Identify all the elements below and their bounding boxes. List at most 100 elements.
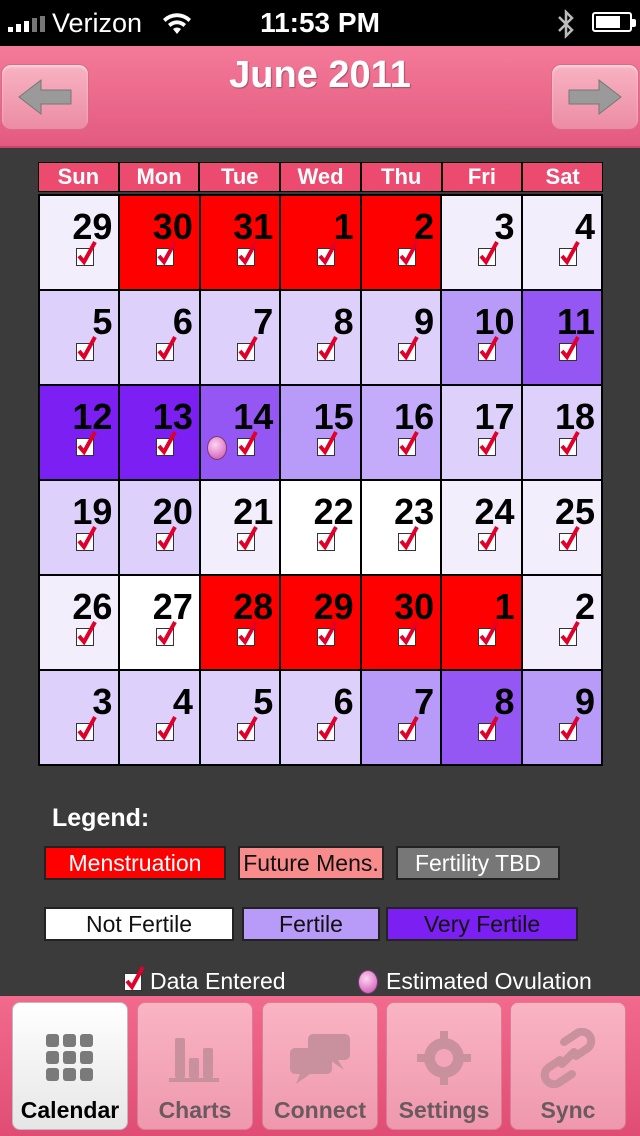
calendar-day-cell[interactable]: 29 xyxy=(281,576,360,669)
calendar-day-cell[interactable]: 14 xyxy=(200,386,280,479)
grid-icon xyxy=(46,1034,93,1081)
calendar-day-cell[interactable]: 7 xyxy=(200,291,280,384)
calendar-day-cell[interactable]: 22 xyxy=(281,481,360,574)
checkmark-icon xyxy=(478,716,499,741)
day-of-week-label: Sun xyxy=(39,163,118,191)
legend-fertility-tbd: Fertility TBD xyxy=(396,846,560,880)
bluetooth-icon xyxy=(556,8,576,45)
checkmark-icon xyxy=(558,621,580,646)
checkmark-icon xyxy=(478,526,499,551)
calendar-day-cell[interactable]: 5 xyxy=(200,671,280,764)
checkmark-icon xyxy=(317,716,339,741)
calendar-day-cell[interactable]: 31 xyxy=(200,196,280,289)
checkmark-icon xyxy=(558,526,580,551)
calendar-day-cell[interactable]: 9 xyxy=(361,291,441,384)
calendar-day-cell[interactable]: 28 xyxy=(200,576,280,669)
checkmark-icon xyxy=(156,526,178,551)
day-of-week-header: Sun Mon Tue Wed Thu Fri Sat xyxy=(38,162,603,192)
checkmark-icon xyxy=(397,716,419,741)
next-month-button[interactable] xyxy=(551,64,639,130)
checkmark-icon xyxy=(397,526,419,551)
calendar-day-cell[interactable]: 30 xyxy=(361,576,441,669)
tab-settings-label: Settings xyxy=(398,1097,490,1123)
calendar-day-cell[interactable]: 17 xyxy=(442,386,521,479)
day-of-week-label: Thu xyxy=(361,163,441,191)
status-bar: Verizon 11:53 PM xyxy=(0,0,640,46)
tab-sync-label: Sync xyxy=(540,1097,596,1123)
calendar-day-cell[interactable]: 4 xyxy=(120,671,199,764)
battery-icon xyxy=(592,12,636,32)
calendar-day-cell[interactable]: 3 xyxy=(442,196,521,289)
checkmark-icon xyxy=(317,241,339,266)
calendar-day-cell[interactable]: 9 xyxy=(522,671,601,764)
legend-very-fertile: Very Fertile xyxy=(386,907,578,941)
calendar-day-cell[interactable]: 2 xyxy=(361,196,441,289)
calendar-day-cell[interactable]: 1 xyxy=(281,196,360,289)
calendar-day-cell[interactable]: 18 xyxy=(522,386,601,479)
calendar-day-cell[interactable]: 5 xyxy=(40,291,119,384)
day-of-week-label: Sat xyxy=(523,163,602,191)
chat-bubbles-icon xyxy=(290,1034,350,1084)
legend-menstruation: Menstruation xyxy=(44,846,226,880)
checkmark-icon xyxy=(397,431,419,456)
checkmark-icon xyxy=(236,621,258,646)
calendar-day-cell[interactable]: 16 xyxy=(361,386,441,479)
sync-link-icon xyxy=(540,1028,596,1088)
checkmark-icon xyxy=(76,431,97,456)
calendar-day-cell[interactable]: 25 xyxy=(522,481,601,574)
calendar-day-cell[interactable]: 19 xyxy=(40,481,119,574)
calendar-day-cell[interactable]: 20 xyxy=(120,481,199,574)
calendar-day-cell[interactable]: 30 xyxy=(120,196,199,289)
calendar-day-cell[interactable]: 3 xyxy=(40,671,119,764)
calendar-day-cell[interactable]: 24 xyxy=(442,481,521,574)
calendar-day-cell[interactable]: 29 xyxy=(40,196,119,289)
checkmark-icon xyxy=(317,336,339,361)
tab-connect[interactable]: Connect xyxy=(262,1002,378,1130)
calendar-day-cell[interactable]: 12 xyxy=(40,386,119,479)
checkmark-icon xyxy=(236,431,258,456)
checkmark-icon xyxy=(478,336,499,361)
day-grid: 29 30 31 1 2 3 4 5 6 7 8 9 10 11 12 13 14 15 16 17 18 19 20 21 2… xyxy=(38,194,603,766)
calendar-day-cell[interactable]: 13 xyxy=(120,386,199,479)
checkmark-icon xyxy=(76,526,97,551)
checkmark-icon xyxy=(76,336,97,361)
calendar-day-cell[interactable]: 11 xyxy=(522,291,601,384)
calendar-day-cell[interactable]: 2 xyxy=(522,576,601,669)
checkmark-icon xyxy=(236,716,258,741)
checkmark-icon xyxy=(558,336,580,361)
left-arrow-icon xyxy=(18,78,72,116)
ovulation-egg-icon xyxy=(206,436,227,460)
calendar-day-cell[interactable]: 10 xyxy=(442,291,521,384)
tab-sync[interactable]: Sync xyxy=(510,1002,626,1130)
calendar-day-cell[interactable]: 26 xyxy=(40,576,119,669)
checkmark-icon xyxy=(236,336,258,361)
calendar-day-cell[interactable]: 21 xyxy=(200,481,280,574)
checkmark-icon xyxy=(397,241,419,266)
calendar-day-cell[interactable]: 7 xyxy=(361,671,441,764)
checkmark-icon xyxy=(478,241,499,266)
calendar-day-cell[interactable]: 6 xyxy=(120,291,199,384)
checkmark-icon xyxy=(317,621,339,646)
calendar-day-cell[interactable]: 15 xyxy=(281,386,360,479)
calendar-day-cell[interactable]: 27 xyxy=(120,576,199,669)
tab-settings[interactable]: Settings xyxy=(386,1002,502,1130)
checkmark-icon xyxy=(236,526,258,551)
checkmark-icon xyxy=(236,241,258,266)
calendar-day-cell[interactable]: 8 xyxy=(442,671,521,764)
legend-title: Legend: xyxy=(52,804,150,832)
tab-charts[interactable]: Charts xyxy=(137,1002,253,1130)
calendar-day-cell[interactable]: 23 xyxy=(361,481,441,574)
calendar-day-cell[interactable]: 1 xyxy=(442,576,521,669)
bar-chart-icon xyxy=(169,1038,219,1082)
calendar-day-cell[interactable]: 6 xyxy=(281,671,360,764)
calendar-day-cell[interactable]: 4 xyxy=(522,196,601,289)
ovulation-egg-icon xyxy=(358,969,378,994)
month-title: June 2011 xyxy=(229,54,411,96)
checkmark-icon xyxy=(156,431,178,456)
tab-calendar[interactable]: Calendar xyxy=(12,1002,128,1130)
calendar-header: June 2011 xyxy=(0,46,640,148)
calendar-day-cell[interactable]: 8 xyxy=(281,291,360,384)
day-of-week-label: Mon xyxy=(119,163,199,191)
checkmark-icon xyxy=(317,526,339,551)
previous-month-button[interactable] xyxy=(1,64,89,130)
